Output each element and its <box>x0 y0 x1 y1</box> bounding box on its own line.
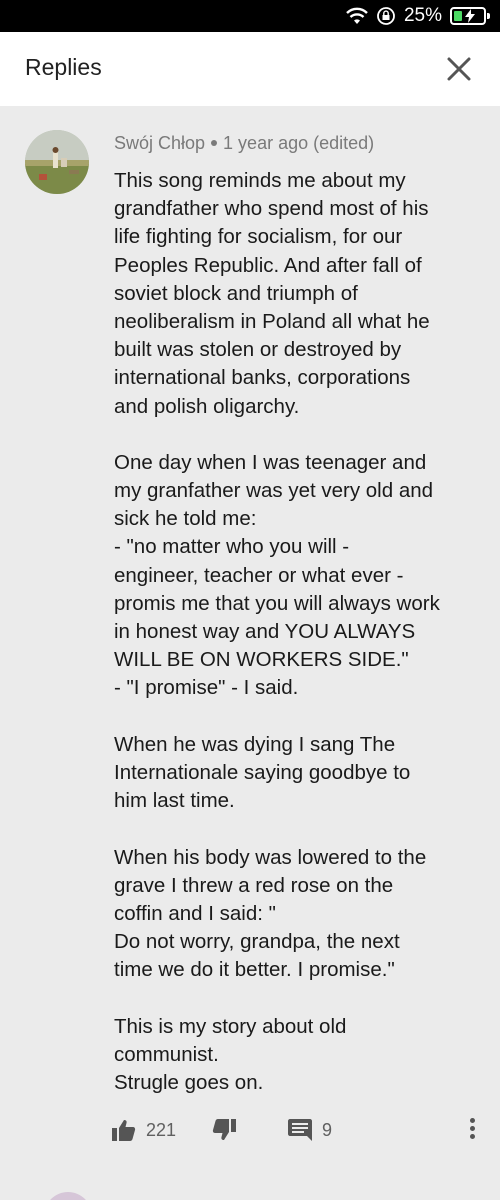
comment-line: When he was dying I sang The <box>114 732 396 756</box>
reply-count: 9 <box>322 1119 333 1140</box>
comment-line: soviet block and triumph of <box>114 281 358 305</box>
comment-line: communist. <box>114 1042 219 1066</box>
more-vert-icon <box>467 1118 477 1139</box>
comment-actions: 221 9 <box>112 1111 492 1151</box>
replies-header: Replies <box>0 32 500 106</box>
comment-time: 1 year ago (edited) <box>223 133 375 153</box>
paragraph-break <box>114 984 484 1012</box>
comment-icon <box>288 1119 312 1141</box>
comment-line: Peoples Republic. And after fall of <box>114 253 422 277</box>
close-button[interactable] <box>444 54 474 84</box>
comment-line: my granfather was yet very old and <box>114 479 434 503</box>
comment-line: Do not worry, grandpa, the next <box>114 930 400 954</box>
comment-line: and polish oligarchy. <box>114 394 300 418</box>
comment-line: time we do it better. I promise." <box>114 958 395 982</box>
comment-line: sick he told me: <box>114 507 257 531</box>
paragraph-break <box>114 421 484 449</box>
comment-line: This is my story about old <box>114 1014 347 1038</box>
rotation-lock-icon <box>377 7 395 25</box>
comment-line: neoliberalism in Poland all what he <box>114 309 430 333</box>
avatar[interactable] <box>44 1192 92 1200</box>
reply-button[interactable]: 9 <box>288 1119 332 1141</box>
comment-line: coffin and I said: " <box>114 901 276 925</box>
comment-line: promis me that you will always work <box>114 591 440 615</box>
comment-line: WILL BE ON WORKERS SIDE." <box>114 648 409 672</box>
comment-line: life fighting for socialism, for our <box>114 225 403 249</box>
close-icon <box>447 57 471 81</box>
paragraph-break <box>114 815 484 843</box>
status-icons: 25% <box>346 3 490 29</box>
comment: Swój Chłop 1 year ago (edited) This song … <box>0 106 500 1166</box>
comment-line: - "no matter who you will - <box>114 535 350 559</box>
page-title: Replies <box>25 54 102 80</box>
comment-meta: Swój Chłop 1 year ago (edited) <box>114 133 374 154</box>
battery-icon <box>450 7 490 25</box>
comment-line: This song reminds me about my <box>114 169 406 192</box>
like-button[interactable]: 221 <box>112 1119 176 1141</box>
comment-text: This song reminds me about my grandfather… <box>114 167 484 1097</box>
comment-line: - "I promise" - I said. <box>114 676 299 700</box>
comment-line: Internationale saying goodbye to <box>114 760 411 784</box>
comment-line: in honest way and YOU ALWAYS <box>114 620 416 643</box>
comment-line: grandfather who spend most of his <box>114 197 429 221</box>
comment-line: engineer, teacher or what ever - <box>114 563 404 587</box>
comment-line: him last time. <box>114 789 235 813</box>
next-comment <box>0 1166 500 1200</box>
comment-line: built was stolen or destroyed by <box>114 338 402 362</box>
battery-percent: 25% <box>403 5 442 26</box>
comment-line: international banks, corporations <box>114 366 411 390</box>
comment-author[interactable]: Swój Chłop <box>114 133 205 153</box>
thumbs-down-icon <box>212 1119 236 1140</box>
status-bar: 25% <box>0 0 500 32</box>
avatar[interactable] <box>25 130 89 194</box>
dislike-button[interactable] <box>212 1119 236 1141</box>
paragraph-break <box>114 703 484 731</box>
wifi-icon <box>346 7 368 24</box>
thumbs-up-icon <box>112 1120 136 1141</box>
comment-line: Strugle goes on. <box>114 1071 264 1094</box>
more-options-button[interactable] <box>467 1115 477 1143</box>
like-count: 221 <box>146 1119 177 1140</box>
comment-line: When his body was lowered to the <box>114 845 427 869</box>
comment-line: One day when I was teenager and <box>114 450 427 474</box>
comment-line: grave I threw a red rose on the <box>114 873 394 897</box>
